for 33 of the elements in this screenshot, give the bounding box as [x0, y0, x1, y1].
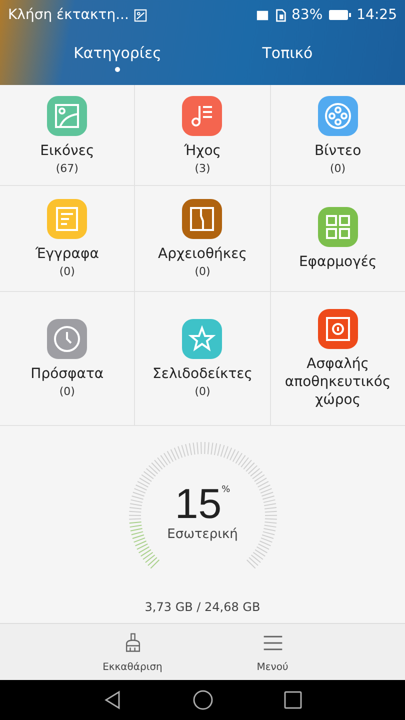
clock-time: 14:25: [356, 7, 397, 23]
image-icon: [134, 8, 147, 22]
item-count: (3): [194, 162, 210, 174]
item-count: (0): [59, 265, 75, 278]
category-tile[interactable]: Βίντεο (0): [270, 85, 405, 185]
item-count: (0): [194, 385, 210, 398]
usage-percent: 15: [174, 481, 222, 527]
home-icon[interactable]: [192, 690, 212, 710]
item-count: (0): [330, 162, 346, 174]
battery-percent: 83%: [292, 7, 323, 23]
category-tile[interactable]: Αρχειοθήκες (0): [135, 186, 270, 291]
menu-button[interactable]: Μενού: [222, 624, 322, 680]
category-tile[interactable]: Ήχος (3): [135, 85, 270, 185]
percent-sign: %: [222, 485, 230, 495]
category-tile[interactable]: Έγγραφα (0): [0, 186, 134, 291]
back-icon[interactable]: [102, 690, 122, 710]
item-count: (0): [59, 385, 75, 398]
battery-icon: [328, 9, 352, 21]
sim-card-icon: [274, 8, 287, 22]
category-tab[interactable]: Κατηγορίες: [58, 30, 178, 85]
category-tile[interactable]: Εικόνες (67): [0, 85, 134, 185]
category-tile[interactable]: Ασφαλής αποθηκευτικός χώρος: [270, 292, 405, 425]
item-count: (0): [194, 265, 210, 278]
category-tab[interactable]: Τοπικό: [228, 30, 348, 85]
storage-usage: 3,73 GB / 24,68 GB: [144, 600, 260, 614]
category-tile[interactable]: Εφαρμογές: [270, 186, 405, 291]
category-tile[interactable]: Πρόσφατα (0): [0, 292, 134, 425]
storage-name: Εσωτερική: [167, 527, 238, 542]
item-count: (67): [56, 162, 78, 174]
clean-button[interactable]: Εκκαθάριση: [82, 624, 182, 680]
category-tile[interactable]: Σελιδοδείκτες (0): [135, 292, 270, 425]
recents-icon[interactable]: [282, 690, 302, 710]
notification-text: Κλήση έκτακτη...: [8, 7, 129, 23]
